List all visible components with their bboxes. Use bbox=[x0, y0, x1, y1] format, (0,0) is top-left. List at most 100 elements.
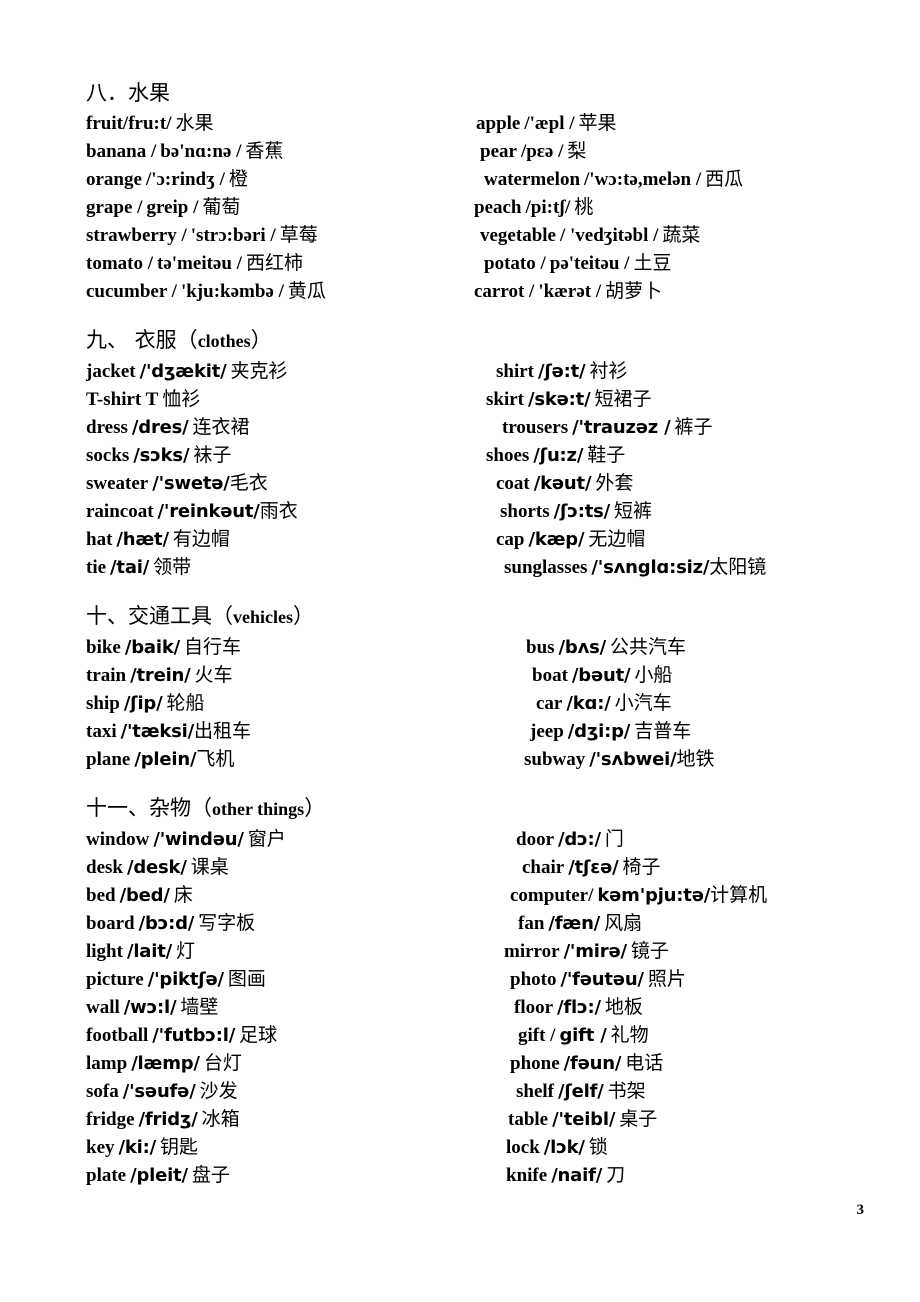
vocab-phonetic: /'sʌnglɑ:siz/ bbox=[591, 557, 710, 578]
vocab-translation: 鞋子 bbox=[587, 444, 626, 466]
vocab-translation: 盘子 bbox=[191, 1164, 230, 1186]
vocab-phonetic: /kæp/ bbox=[528, 529, 585, 550]
vocab-word: lock bbox=[506, 1137, 540, 1158]
vocab-word: mirror bbox=[504, 941, 560, 962]
vocab-entry-right: vegetable / 'vedʒitəbl / 蔬菜 bbox=[480, 221, 700, 251]
vocab-phonetic: 'kærət / bbox=[538, 281, 602, 302]
vocab-word: chair bbox=[522, 857, 565, 878]
vocab-word: sunglasses bbox=[504, 557, 588, 578]
vocab-entry-left: plane /plein/飞机 bbox=[86, 745, 234, 775]
vocab-row: tie /tai/ 领带 sunglasses /'sʌnglɑ:siz/太阳镜 bbox=[86, 553, 886, 581]
vocab-phonetic: /'teibl/ bbox=[552, 1109, 616, 1130]
vocab-word: ship bbox=[86, 693, 120, 714]
vocab-translation: 书架 bbox=[607, 1080, 646, 1102]
vocab-translation: 西瓜 bbox=[705, 168, 744, 190]
vocab-translation: 沙发 bbox=[199, 1080, 238, 1102]
vocab-entry-left: taxi /'tæksi/出租车 bbox=[86, 717, 251, 747]
vocab-entry-right: trousers /'trauzəz / 裤子 bbox=[502, 413, 713, 443]
vocab-phonetic: /fæn/ bbox=[548, 913, 601, 934]
vocab-phonetic: /'piktʃə/ bbox=[147, 969, 224, 990]
vocab-phonetic: /'futbɔ:l/ bbox=[152, 1025, 236, 1046]
vocab-row: T-shirt T 恤衫 skirt /skə:t/ 短裙子 bbox=[86, 385, 886, 413]
vocab-translation: 西红柿 bbox=[245, 252, 303, 274]
vocab-translation: 草莓 bbox=[279, 224, 318, 246]
vocab-translation: 蔬菜 bbox=[662, 224, 701, 246]
vocab-entry-right: mirror /'mirə/ 镜子 bbox=[504, 937, 669, 967]
vocab-translation: 台灯 bbox=[203, 1052, 242, 1074]
vocab-list: window /'windəu/ 窗户 door /dɔ:/ 门 desk /des… bbox=[86, 825, 886, 1189]
vocab-word: tie bbox=[86, 557, 107, 578]
vocab-row: board /bɔ:d/ 写字板 fan /fæn/ 风扇 bbox=[86, 909, 886, 937]
vocab-translation: 桃 bbox=[574, 196, 594, 218]
vocab-word: skirt bbox=[486, 389, 524, 410]
vocab-entry-left: orange /'ɔ:rindʒ / 橙 bbox=[86, 165, 248, 195]
section-heading-latin: clothes bbox=[197, 331, 251, 351]
vocab-phonetic: /'æpl / bbox=[524, 113, 575, 134]
vocab-phonetic: /hæt/ bbox=[116, 529, 169, 550]
vocab-translation: 连衣裙 bbox=[192, 416, 250, 438]
vocab-translation: 足球 bbox=[239, 1024, 278, 1046]
vocab-word: lamp bbox=[86, 1053, 128, 1074]
vocab-entry-right: coat /kəut/ 外套 bbox=[496, 469, 633, 499]
vocab-row: light /lait/ 灯 mirror /'mirə/ 镜子 bbox=[86, 937, 886, 965]
vocab-row: sofa /'səufə/ 沙发 shelf /ʃelf/ 书架 bbox=[86, 1077, 886, 1105]
vocab-word: shelf bbox=[516, 1081, 554, 1102]
vocab-translation: 短裙子 bbox=[594, 388, 652, 410]
vocab-phonetic: /dɔ:/ bbox=[558, 829, 601, 850]
vocab-entry-left: plate /pleit/ 盘子 bbox=[86, 1161, 230, 1191]
section-other-things: 十一、杂物（other things） window /'windəu/ 窗户 do… bbox=[86, 793, 886, 1189]
vocab-translation: 夹克衫 bbox=[230, 360, 288, 382]
vocab-word: phone bbox=[510, 1053, 560, 1074]
vocab-translation: 香蕉 bbox=[245, 140, 284, 162]
section-heading-tail: ） bbox=[293, 604, 314, 628]
vocab-entry-right: phone /fəun/ 电话 bbox=[510, 1049, 663, 1079]
vocab-word: computer/ bbox=[510, 885, 594, 906]
vocab-translation: 窗户 bbox=[247, 828, 286, 850]
vocab-phonetic: greip / bbox=[146, 197, 199, 218]
vocab-word: cap bbox=[496, 529, 525, 550]
vocab-phonetic: /bɔ:d/ bbox=[138, 913, 195, 934]
vocab-word: train bbox=[86, 665, 127, 686]
vocab-translation: 计算机 bbox=[710, 884, 768, 906]
vocab-translation: 照片 bbox=[647, 968, 686, 990]
vocab-word: board bbox=[86, 913, 135, 934]
section-heading-tail: ） bbox=[250, 328, 272, 352]
vocab-word: window bbox=[86, 829, 150, 850]
vocab-translation: 衬衫 bbox=[589, 360, 628, 382]
vocab-entry-right: bus /bʌs/ 公共汽车 bbox=[526, 633, 686, 663]
vocab-row: hat /hæt/ 有边帽 cap /kæp/ 无边帽 bbox=[86, 525, 886, 553]
vocab-translation: 小船 bbox=[634, 664, 673, 686]
vocab-translation: 门 bbox=[604, 828, 624, 850]
vocab-row: taxi /'tæksi/出租车 jeep /dʒi:p/ 吉普车 bbox=[86, 717, 886, 745]
vocab-entry-right: potato / pə'teitəu / 土豆 bbox=[484, 249, 671, 279]
vocab-entry-left: wall /wɔ:l/ 墙壁 bbox=[86, 993, 218, 1023]
vocab-word: fridge bbox=[86, 1109, 135, 1130]
vocab-row: fruit/fru:t/ 水果 apple /'æpl / 苹果 bbox=[86, 109, 886, 137]
vocab-phonetic: /'windəu/ bbox=[153, 829, 244, 850]
vocab-word: football bbox=[86, 1025, 149, 1046]
vocab-phonetic: /fəun/ bbox=[563, 1053, 622, 1074]
vocab-row: dress /dres/ 连衣裙 trousers /'trauzəz / 裤子 bbox=[86, 413, 886, 441]
vocab-translation: 领带 bbox=[153, 556, 192, 578]
vocab-phonetic: / 'vedʒitəbl / bbox=[559, 225, 659, 246]
vocab-phonetic: /trein/ bbox=[130, 665, 191, 686]
vocab-word: subway bbox=[524, 749, 586, 770]
vocab-entry-left: fruit/fru:t/ 水果 bbox=[86, 109, 214, 139]
vocab-entry-left: T-shirt T 恤衫 bbox=[86, 385, 200, 415]
vocab-phonetic: /pleit/ bbox=[130, 1165, 188, 1186]
vocab-word: floor bbox=[514, 997, 554, 1018]
vocab-phonetic: 'kju:kəmbə / bbox=[180, 281, 284, 302]
vocab-phonetic: /'sʌbwei/ bbox=[589, 749, 677, 770]
vocab-translation: 椅子 bbox=[622, 856, 661, 878]
vocab-translation: 冰箱 bbox=[201, 1108, 240, 1130]
vocab-entry-left: hat /hæt/ 有边帽 bbox=[86, 525, 230, 555]
vocab-phonetic: /wɔ:l/ bbox=[123, 997, 177, 1018]
vocab-translation: 钥匙 bbox=[160, 1136, 199, 1158]
vocab-phonetic: /'tæksi/ bbox=[120, 721, 195, 742]
vocab-phonetic: /lɔk/ bbox=[543, 1137, 585, 1158]
section-heading: 九、 衣服（clothes） bbox=[86, 325, 886, 356]
vocab-entry-right: floor /flɔ:/ 地板 bbox=[514, 993, 643, 1023]
vocab-translation: 裤子 bbox=[674, 416, 713, 438]
page-number: 3 bbox=[856, 1202, 865, 1218]
vocab-translation: 地板 bbox=[604, 996, 643, 1018]
